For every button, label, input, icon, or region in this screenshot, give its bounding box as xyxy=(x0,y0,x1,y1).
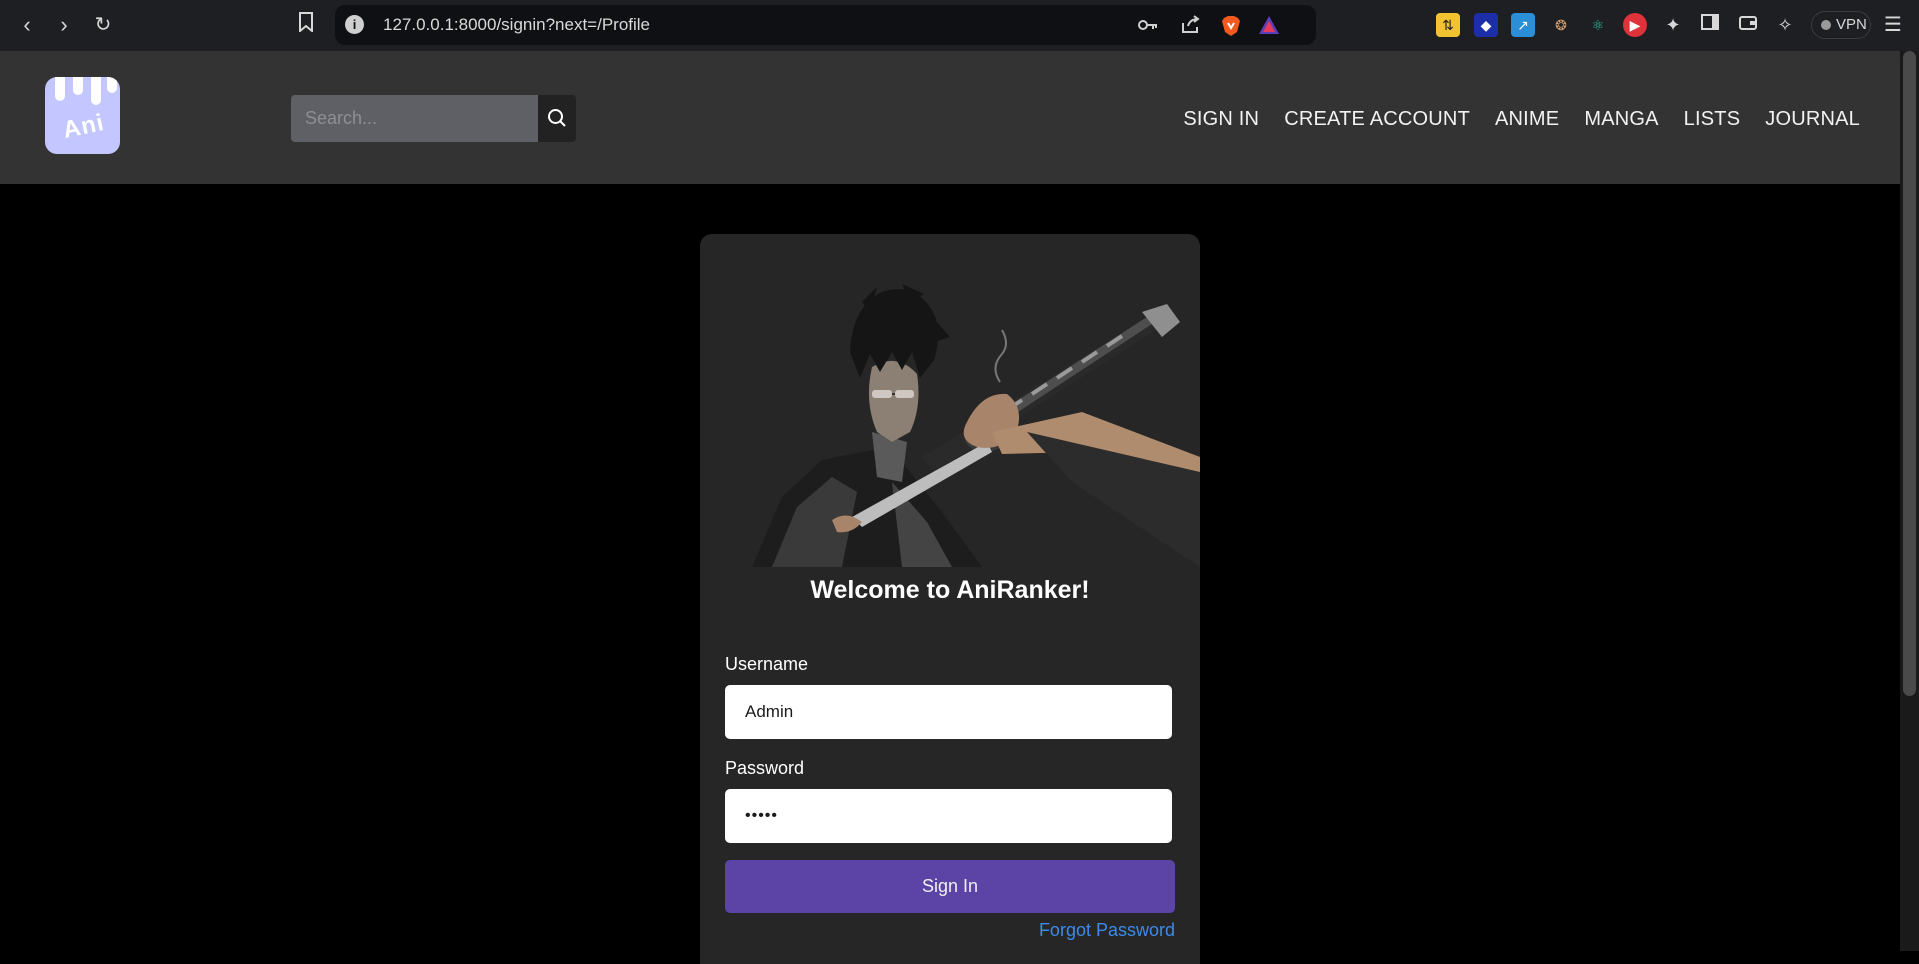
nav-sign-in[interactable]: SIGN IN xyxy=(1183,108,1259,131)
password-label: Password xyxy=(725,758,805,778)
wallet-icon[interactable] xyxy=(1736,13,1760,37)
back-icon[interactable]: ‹ xyxy=(14,12,40,38)
extension-icon-3[interactable]: ↗ xyxy=(1511,13,1535,37)
reload-icon[interactable]: ↻ xyxy=(90,12,116,38)
triangle-icon[interactable] xyxy=(1258,15,1280,37)
username-label: Username xyxy=(725,654,809,674)
menu-icon[interactable]: ☰ xyxy=(1880,12,1906,38)
puzzle-icon[interactable]: ✦ xyxy=(1661,13,1685,37)
bookmark-icon[interactable] xyxy=(293,12,319,38)
sign-in-button[interactable]: Sign In xyxy=(725,860,1175,913)
nav-manga[interactable]: MANGA xyxy=(1584,108,1658,131)
logo-drip xyxy=(91,77,101,105)
forgot-password-link[interactable]: Forgot Password xyxy=(1039,920,1175,941)
url-text: 127.0.0.1:8000/signin?next=/Profile xyxy=(383,15,651,34)
hero-illustration xyxy=(752,282,1200,567)
logo-drip xyxy=(55,77,65,101)
main-nav: SIGN IN CREATE ACCOUNT ANIME MANGA LISTS… xyxy=(1183,108,1860,131)
forward-icon[interactable]: › xyxy=(51,12,77,38)
logo-drip xyxy=(107,77,117,93)
leo-ai-icon[interactable]: ✧ xyxy=(1773,13,1797,37)
nav-journal[interactable]: JOURNAL xyxy=(1765,108,1860,131)
username-input[interactable]: Admin xyxy=(725,685,1172,739)
scroll-thumb[interactable] xyxy=(1903,51,1916,696)
play-icon[interactable]: ▶ xyxy=(1623,13,1647,37)
signin-card: Welcome to AniRanker! Username Admin Pas… xyxy=(700,234,1200,964)
vpn-button[interactable]: VPN xyxy=(1811,11,1871,39)
nav-lists[interactable]: LISTS xyxy=(1684,108,1741,131)
logo-text: Ani xyxy=(60,108,107,145)
site-header: Ani SIGN IN CREATE ACCOUNT ANIME MANGA L… xyxy=(0,51,1900,184)
logo-drip xyxy=(73,77,83,95)
page-scrollbar[interactable] xyxy=(1900,51,1919,951)
share-icon[interactable] xyxy=(1180,15,1202,37)
extension-icon-1[interactable]: ⇅ xyxy=(1436,13,1460,37)
welcome-heading: Welcome to AniRanker! xyxy=(810,576,1090,604)
nav-create-account[interactable]: CREATE ACCOUNT xyxy=(1284,108,1470,131)
site-logo[interactable]: Ani xyxy=(45,77,120,154)
extension-icon-2[interactable]: ◆ xyxy=(1474,13,1498,37)
browser-toolbar: ‹ › ↻ i 127.0.0.1:8000/signin?next=/Prof… xyxy=(0,0,1919,51)
sidebar-icon[interactable] xyxy=(1698,13,1722,37)
brave-icon[interactable] xyxy=(1220,15,1242,37)
cookie-icon[interactable]: ❂ xyxy=(1549,13,1573,37)
address-bar[interactable]: i 127.0.0.1:8000/signin?next=/Profile xyxy=(335,5,1316,45)
key-icon[interactable] xyxy=(1137,15,1159,37)
nav-anime[interactable]: ANIME xyxy=(1495,108,1559,131)
react-icon[interactable]: ⚛ xyxy=(1586,13,1610,37)
search-icon xyxy=(548,109,566,127)
info-icon[interactable]: i xyxy=(345,15,364,34)
search-button[interactable] xyxy=(538,95,576,142)
password-input[interactable]: ••••• xyxy=(725,789,1172,843)
search-input[interactable] xyxy=(291,95,538,142)
